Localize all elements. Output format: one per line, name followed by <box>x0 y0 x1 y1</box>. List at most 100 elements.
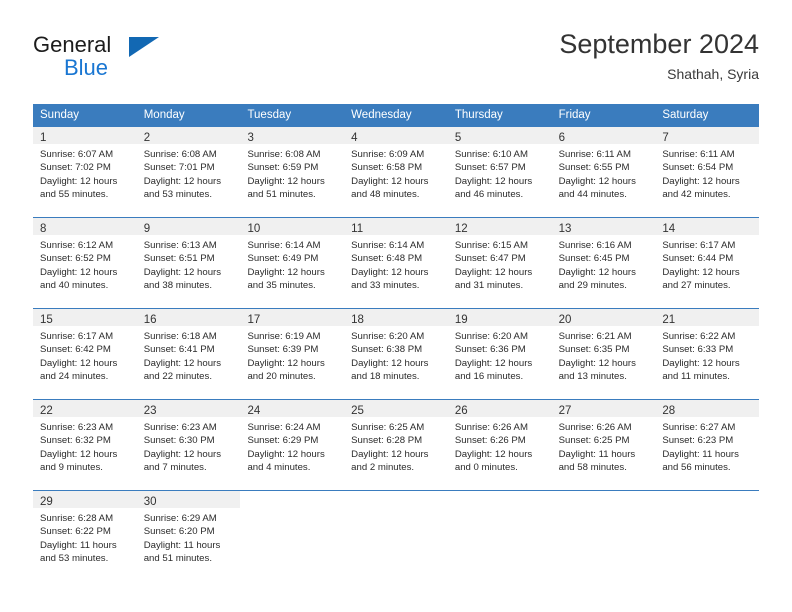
day-number-band: 8 <box>33 218 137 235</box>
day-number: 20 <box>558 314 572 326</box>
daylight-text-line1: Daylight: 12 hours <box>558 357 636 369</box>
day-number: 23 <box>143 405 157 417</box>
sunrise-text: Sunrise: 6:08 AM <box>247 149 321 160</box>
sunset-text: Sunset: 6:29 PM <box>247 435 319 447</box>
day-cell[interactable]: 13 Sunrise: 6:16 AM Sunset: 6:45 PM Dayligh… <box>551 218 656 301</box>
day-number-band <box>240 491 344 508</box>
sunrise-text: Sunrise: 6:25 AM <box>351 422 425 433</box>
day-cell[interactable]: 6 Sunrise: 6:11 AM Sunset: 6:55 PM Daylight… <box>551 127 656 210</box>
day-cell[interactable]: 5 Sunrise: 6:10 AM Sunset: 6:57 PM Daylight… <box>447 127 552 210</box>
day-number-band: 23 <box>136 400 241 417</box>
sunset-text: Sunset: 6:44 PM <box>662 253 734 265</box>
day-number: 6 <box>558 132 565 144</box>
day-cell[interactable]: 16 Sunrise: 6:18 AM Sunset: 6:41 PM Dayligh… <box>136 309 241 392</box>
day-number: 9 <box>143 223 151 235</box>
day-number-band: 10 <box>240 218 345 235</box>
day-cell[interactable]: 24 Sunrise: 6:24 AM Sunset: 6:29 PM Dayligh… <box>240 400 345 483</box>
day-number-band: 14 <box>655 218 760 235</box>
day-cell[interactable]: 14 Sunrise: 6:17 AM Sunset: 6:44 PM Dayligh… <box>655 218 760 301</box>
day-cell[interactable]: 15 Sunrise: 6:17 AM Sunset: 6:42 PM Dayligh… <box>33 309 137 392</box>
daylight-text-line2: and 11 minutes. <box>662 371 730 383</box>
day-number-band: 4 <box>344 127 448 144</box>
day-number: 21 <box>662 314 676 326</box>
calendar-page: General Blue September 2024 Shathah, Syr… <box>0 0 792 612</box>
day-cell[interactable]: 28 Sunrise: 6:27 AM Sunset: 6:23 PM Dayligh… <box>655 400 760 483</box>
day-details: Sunrise: 6:14 AM Sunset: 6:48 PM Daylight:… <box>344 235 448 293</box>
sunrise-text: Sunrise: 6:18 AM <box>143 331 217 342</box>
day-number-band <box>655 491 759 508</box>
day-cell[interactable]: 29 Sunrise: 6:28 AM Sunset: 6:22 PM Dayligh… <box>33 491 137 574</box>
day-cell[interactable]: 3 Sunrise: 6:08 AM Sunset: 6:59 PM Daylight… <box>240 127 345 210</box>
day-cell[interactable]: 23 Sunrise: 6:23 AM Sunset: 6:30 PM Dayligh… <box>136 400 241 483</box>
sunrise-text: Sunrise: 6:12 AM <box>40 240 114 251</box>
day-cell[interactable]: 8 Sunrise: 6:12 AM Sunset: 6:52 PM Daylight… <box>33 218 137 301</box>
daylight-text-line1: Daylight: 12 hours <box>40 266 118 278</box>
daylight-text-line2: and 48 minutes. <box>351 189 420 201</box>
day-cell[interactable]: 17 Sunrise: 6:19 AM Sunset: 6:39 PM Dayligh… <box>240 309 345 392</box>
day-cell[interactable]: 20 Sunrise: 6:21 AM Sunset: 6:35 PM Dayligh… <box>551 309 656 392</box>
location-subtitle: Shathah, Syria <box>667 66 759 82</box>
day-number: 30 <box>143 496 157 508</box>
weekday-header-row: Sunday Monday Tuesday Wednesday Thursday Frid… <box>33 104 759 127</box>
day-details: Sunrise: 6:19 AM Sunset: 6:39 PM Daylight:… <box>240 326 344 384</box>
day-details: Sunrise: 6:09 AM Sunset: 6:58 PM Daylight:… <box>344 144 448 202</box>
general-blue-logo[interactable]: General Blue <box>33 32 253 88</box>
sunset-text: Sunset: 6:26 PM <box>454 435 526 447</box>
logo-text-blue: Blue <box>64 55 109 80</box>
sunrise-text: Sunrise: 6:24 AM <box>247 422 321 433</box>
day-cell[interactable]: 26 Sunrise: 6:26 AM Sunset: 6:26 PM Dayligh… <box>447 400 552 483</box>
daylight-text-line2: and 56 minutes. <box>662 462 731 474</box>
day-cell[interactable]: 18 Sunrise: 6:20 AM Sunset: 6:38 PM Dayligh… <box>344 309 448 392</box>
weekday-header-saturday: Saturday <box>662 109 709 121</box>
calendar-week-row: 29 Sunrise: 6:28 AM Sunset: 6:22 PM Dayligh… <box>33 490 760 574</box>
daylight-text-line1: Daylight: 11 hours <box>558 448 636 460</box>
calendar-week-row: 8 Sunrise: 6:12 AM Sunset: 6:52 PM Daylight… <box>33 217 760 301</box>
sunset-text: Sunset: 6:20 PM <box>143 526 215 538</box>
day-cell[interactable]: 25 Sunrise: 6:25 AM Sunset: 6:28 PM Dayligh… <box>344 400 448 483</box>
day-details: Sunrise: 6:29 AM Sunset: 6:20 PM Daylight:… <box>137 508 241 566</box>
day-details <box>344 508 448 512</box>
day-cell[interactable]: 30 Sunrise: 6:29 AM Sunset: 6:20 PM Dayligh… <box>136 491 241 574</box>
day-cell[interactable]: 2 Sunrise: 6:08 AM Sunset: 7:01 PM Daylight… <box>136 127 241 210</box>
day-cell[interactable]: 9 Sunrise: 6:13 AM Sunset: 6:51 PM Daylight… <box>136 218 241 301</box>
day-cell[interactable]: 11 Sunrise: 6:14 AM Sunset: 6:48 PM Dayligh… <box>344 218 448 301</box>
daylight-text-line1: Daylight: 11 hours <box>143 539 221 551</box>
day-cell[interactable]: 7 Sunrise: 6:11 AM Sunset: 6:54 PM Daylight… <box>655 127 760 210</box>
weekday-header-wednesday: Wednesday <box>351 109 412 121</box>
day-number: 3 <box>247 132 254 144</box>
daylight-text-line2: and 35 minutes. <box>247 280 316 292</box>
day-details: Sunrise: 6:27 AM Sunset: 6:23 PM Daylight:… <box>655 417 759 475</box>
day-details: Sunrise: 6:21 AM Sunset: 6:35 PM Daylight:… <box>552 326 656 384</box>
day-number-band: 21 <box>655 309 760 326</box>
sunrise-text: Sunrise: 6:20 AM <box>351 331 425 342</box>
day-cell[interactable]: 12 Sunrise: 6:15 AM Sunset: 6:47 PM Dayligh… <box>447 218 552 301</box>
day-number: 22 <box>40 405 53 417</box>
day-cell[interactable]: 22 Sunrise: 6:23 AM Sunset: 6:32 PM Dayligh… <box>33 400 137 483</box>
day-number-band: 1 <box>33 127 137 144</box>
day-cell[interactable]: 21 Sunrise: 6:22 AM Sunset: 6:33 PM Dayligh… <box>655 309 760 392</box>
day-cell[interactable]: 27 Sunrise: 6:26 AM Sunset: 6:25 PM Dayligh… <box>551 400 656 483</box>
day-cell[interactable]: 4 Sunrise: 6:09 AM Sunset: 6:58 PM Daylight… <box>344 127 448 210</box>
day-number-band: 16 <box>136 309 241 326</box>
daylight-text-line1: Daylight: 12 hours <box>40 448 118 460</box>
day-cell[interactable]: 1 Sunrise: 6:07 AM Sunset: 7:02 PM Daylight… <box>33 127 137 210</box>
day-number: 11 <box>351 223 364 235</box>
day-details: Sunrise: 6:17 AM Sunset: 6:44 PM Daylight:… <box>655 235 759 293</box>
sunset-text: Sunset: 6:55 PM <box>558 162 630 174</box>
daylight-text-line2: and 4 minutes. <box>247 462 311 474</box>
day-number-band: 12 <box>447 218 552 235</box>
day-details: Sunrise: 6:23 AM Sunset: 6:32 PM Daylight:… <box>33 417 137 475</box>
day-cell[interactable]: 10 Sunrise: 6:14 AM Sunset: 6:49 PM Dayligh… <box>240 218 345 301</box>
day-cell[interactable]: 19 Sunrise: 6:20 AM Sunset: 6:36 PM Dayligh… <box>447 309 552 392</box>
day-number: 1 <box>40 132 47 144</box>
day-number-band: 29 <box>33 491 137 508</box>
day-details: Sunrise: 6:16 AM Sunset: 6:45 PM Daylight:… <box>552 235 656 293</box>
day-number-band: 2 <box>136 127 241 144</box>
daylight-text-line2: and 16 minutes. <box>454 371 524 383</box>
daylight-text-line2: and 27 minutes. <box>662 280 731 292</box>
daylight-text-line2: and 46 minutes. <box>454 189 524 201</box>
day-details <box>448 508 552 512</box>
day-details: Sunrise: 6:08 AM Sunset: 6:59 PM Daylight:… <box>240 144 344 202</box>
day-number: 19 <box>454 314 468 326</box>
daylight-text-line1: Daylight: 12 hours <box>662 175 740 187</box>
